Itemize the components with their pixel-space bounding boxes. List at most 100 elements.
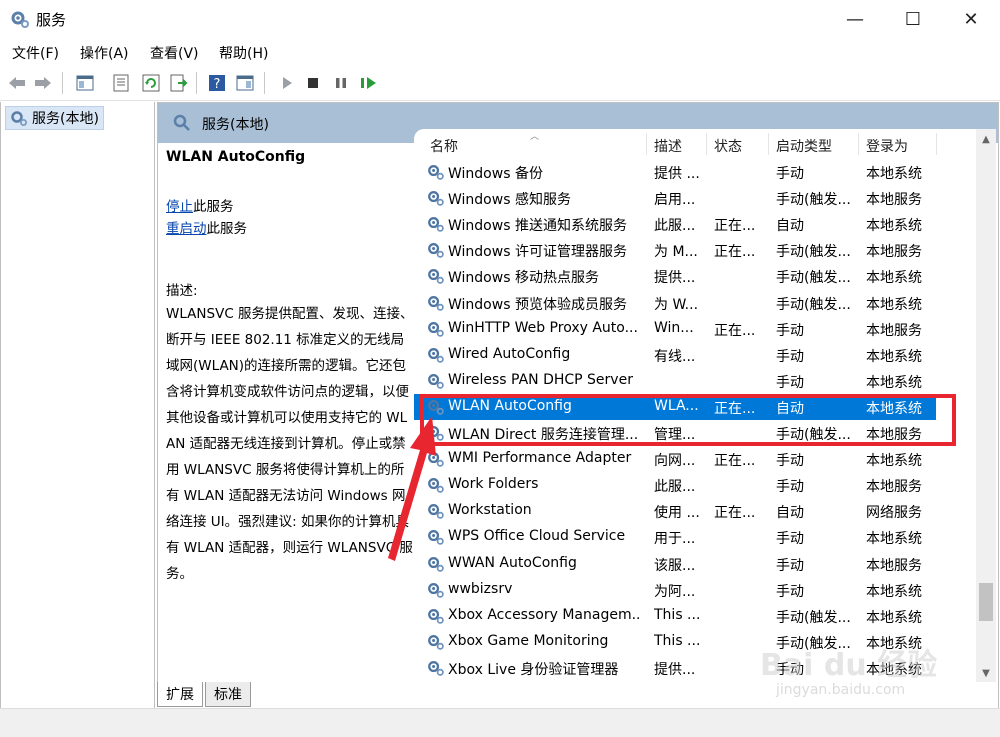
restart-suffix: 此服务 [206,221,248,237]
service-row[interactable]: WMI Performance Adapter 向网... 正在... 手动 本地系统 [414,446,936,472]
service-row[interactable]: Windows 感知服务 启用... 手动(触发... 本地服务 [414,185,936,211]
highlight-box [420,394,956,446]
service-description-cell: 提供... [654,661,696,678]
tab-standard[interactable]: 标准 [205,682,251,707]
stop-service-icon[interactable] [302,72,324,94]
service-row[interactable]: wwbizsrv 为阿... 手动 本地系统 [414,577,936,603]
service-row[interactable]: Windows 推送通知系统服务 此服... 正在... 自动 本地系统 [414,211,936,237]
service-description: WLANSVC 服务提供配置、发现、连接、断开与 IEEE 802.11 标准定… [166,306,414,582]
menu-view[interactable]: 查看(V) [150,43,199,63]
service-logon-as: 本地系统 [866,453,922,470]
service-name: Wireless PAN DHCP Server [448,371,633,388]
service-status: 正在... [714,322,756,339]
service-row[interactable]: WPS Office Cloud Service 用于... 手动 本地系统 [414,524,936,550]
service-row[interactable]: Workstation 使用 ... 正在... 自动 网络服务 [414,498,936,524]
service-gear-icon [426,371,445,390]
description-label: 描述: [166,283,198,299]
start-service-icon[interactable] [276,72,298,94]
close-button[interactable]: ✕ [942,0,1000,38]
back-icon[interactable] [6,72,28,94]
column-name[interactable]: 名称 [430,136,458,156]
service-description-cell: 此服... [654,479,696,496]
service-logon-as: 本地服务 [866,557,922,574]
service-description-cell: 为阿... [654,583,696,600]
service-row[interactable]: Xbox Accessory Managem... This ... 手动(触发..… [414,603,936,629]
services-search-icon [173,114,190,131]
service-gear-icon [426,580,445,599]
panel-header-title: 服务(本地) [202,117,269,133]
scrollbar-thumb[interactable] [979,583,993,621]
service-gear-icon [426,162,445,181]
service-logon-as: 本地系统 [866,609,922,626]
service-row[interactable]: Work Folders 此服... 手动 本地服务 [414,472,936,498]
toolbar: ? [0,66,1000,101]
toolbar-separator [264,72,265,94]
column-startup-type[interactable]: 启动类型 [776,136,832,156]
vertical-scrollbar[interactable]: ▲ ▼ [976,129,996,683]
restart-service-link[interactable]: 重启动 [166,221,207,237]
service-description-cell: 该服... [654,557,696,574]
service-description-cell: 为 W... [654,296,699,313]
service-row[interactable]: Windows 许可证管理器服务 为 M... 正在... 手动(触发... 本地服务 [414,237,936,263]
service-gear-icon [426,606,445,625]
tree-item-services-local[interactable]: 服务(本地) [5,106,104,130]
column-status[interactable]: 状态 [714,136,742,156]
column-description[interactable]: 描述 [654,136,682,156]
service-logon-as: 本地系统 [866,531,922,548]
stop-service-link[interactable]: 停止 [166,199,193,215]
pause-service-icon[interactable] [330,72,352,94]
service-logon-as: 本地服务 [866,322,922,339]
maximize-button[interactable]: ☐ [884,0,942,38]
service-description-cell: 此服... [654,218,696,235]
service-gear-icon [426,658,445,677]
console-tree-icon[interactable] [74,72,96,94]
menu-help[interactable]: 帮助(H) [219,43,268,63]
restart-service-icon[interactable] [358,72,380,94]
show-hide-action-pane-icon[interactable] [234,72,256,94]
column-divider[interactable] [706,133,707,155]
service-name: Xbox Live 身份验证管理器 [448,661,619,678]
service-row[interactable]: Wired AutoConfig 有线... 手动 本地系统 [414,342,936,368]
service-row[interactable]: Wireless PAN DHCP Server 手动 本地系统 [414,368,936,394]
properties-icon[interactable] [110,72,132,94]
column-divider[interactable] [768,133,769,155]
help-icon[interactable]: ? [206,72,228,94]
service-gear-icon [426,266,445,285]
service-logon-as: 本地系统 [866,374,922,391]
service-description-cell: This ... [654,632,701,649]
column-divider[interactable] [858,133,859,155]
scroll-up-icon[interactable]: ▲ [976,129,996,149]
tab-extended[interactable]: 扩展 [157,682,203,707]
refresh-icon[interactable] [140,72,162,94]
service-detail-pane: WLAN AutoConfig 停止此服务 重启动此服务 描述: WLANSVC… [158,143,414,683]
service-row[interactable]: WWAN AutoConfig 该服... 手动 本地服务 [414,551,936,577]
service-description-cell: 为 M... [654,244,698,261]
service-name: Xbox Accessory Managem... [448,606,640,623]
restart-line: 重启动此服务 [166,217,247,237]
service-row[interactable]: Windows 预览体验成员服务 为 W... 手动(触发... 本地系统 [414,290,936,316]
menu-action[interactable]: 操作(A) [80,43,129,63]
service-startup-type: 手动(触发... [776,296,851,313]
export-list-icon[interactable] [168,72,190,94]
service-description-cell: 有线... [654,348,696,365]
column-divider[interactable] [936,133,937,155]
menu-file[interactable]: 文件(F) [12,43,59,63]
sort-ascending-icon: ︿ [530,132,540,142]
svg-text:?: ? [214,77,221,92]
service-name: Windows 预览体验成员服务 [448,296,627,313]
service-name: Windows 许可证管理器服务 [448,244,627,261]
minimize-button[interactable]: — [826,0,884,38]
forward-icon[interactable] [32,72,54,94]
service-logon-as: 本地服务 [866,479,922,496]
menu-bar: 文件(F) 操作(A) 查看(V) 帮助(H) [0,38,1000,66]
services-app-icon [11,11,29,28]
service-name: WMI Performance Adapter [448,450,632,467]
column-logon-as[interactable]: 登录为 [866,136,908,156]
column-divider[interactable] [646,133,647,155]
service-startup-type: 手动(触发... [776,270,851,287]
service-logon-as: 本地系统 [866,218,922,235]
service-row[interactable]: Windows 备份 提供 ... 手动 本地系统 [414,159,936,185]
service-startup-type: 手动 [776,322,804,339]
service-row[interactable]: WinHTTP Web Proxy Auto... Win... 正在... 手动 本地… [414,316,936,342]
service-row[interactable]: Windows 移动热点服务 提供... 手动(触发... 本地系统 [414,263,936,289]
